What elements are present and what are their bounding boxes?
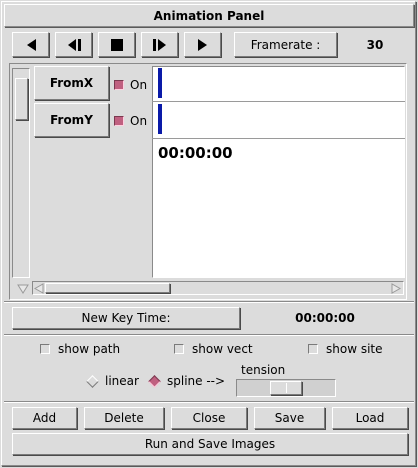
framerate-value[interactable]: 30	[342, 36, 408, 54]
checkbox-icon[interactable]	[114, 80, 124, 90]
keyframe-marker[interactable]	[158, 104, 162, 134]
track-divider	[152, 101, 405, 102]
step-forward-icon	[152, 38, 166, 51]
grip-line	[285, 383, 287, 393]
track-on-label: On	[130, 114, 148, 128]
radio-icon[interactable]	[148, 374, 161, 388]
new-key-time-value[interactable]: 00:00:00	[245, 308, 405, 328]
play-backward-button[interactable]	[12, 32, 49, 57]
scroll-right-arrow-icon[interactable]	[391, 283, 401, 294]
track-fromy-toggle[interactable]: On	[114, 114, 147, 128]
track-fromx-toggle[interactable]: On	[114, 78, 147, 92]
current-time-display: 00:00:00	[158, 144, 233, 162]
track-divider	[152, 138, 405, 139]
radio-icon[interactable]	[86, 374, 99, 388]
show-vect-label: show vect	[192, 342, 253, 356]
checkbox-icon[interactable]	[40, 344, 50, 354]
show-path-label: show path	[58, 342, 121, 356]
delete-button[interactable]: Delete	[84, 407, 164, 429]
checkbox-icon[interactable]	[308, 344, 318, 354]
track-fromy-button[interactable]: FromY	[34, 103, 109, 137]
close-button[interactable]: Close	[171, 407, 247, 429]
play-backward-icon	[26, 38, 36, 51]
horizontal-scroll-thumb[interactable]	[45, 283, 170, 293]
show-site-option[interactable]: show site	[308, 342, 383, 356]
load-button[interactable]: Load	[332, 407, 408, 429]
separator	[4, 401, 414, 403]
scroll-down-arrow-icon[interactable]	[17, 284, 29, 294]
step-backward-icon	[67, 38, 81, 51]
framerate-label: Framerate :	[234, 32, 337, 57]
step-backward-button[interactable]	[55, 32, 92, 57]
add-button[interactable]: Add	[12, 407, 77, 429]
show-vect-option[interactable]: show vect	[174, 342, 253, 356]
timeline-canvas[interactable]	[152, 66, 405, 278]
track-on-label: On	[130, 78, 148, 92]
spline-option[interactable]: spline -->	[148, 374, 226, 388]
save-button[interactable]: Save	[254, 407, 325, 429]
play-forward-icon	[197, 38, 207, 51]
tension-label: tension	[241, 363, 286, 377]
play-forward-button[interactable]	[184, 32, 221, 57]
show-site-label: show site	[326, 342, 383, 356]
tension-slider-thumb[interactable]	[270, 381, 302, 395]
show-path-option[interactable]: show path	[40, 342, 120, 356]
checkbox-icon[interactable]	[174, 344, 184, 354]
track-fromx-button[interactable]: FromX	[34, 66, 109, 100]
separator	[4, 334, 414, 336]
step-forward-button[interactable]	[141, 32, 178, 57]
vertical-scroll-thumb[interactable]	[15, 78, 28, 120]
keyframe-marker[interactable]	[158, 68, 162, 98]
stop-button[interactable]	[98, 32, 135, 57]
new-key-time-button[interactable]: New Key Time:	[12, 307, 240, 329]
window-title: Animation Panel	[4, 4, 414, 27]
linear-label: linear	[105, 374, 139, 388]
run-and-save-images-button[interactable]: Run and Save Images	[12, 433, 408, 455]
linear-option[interactable]: linear	[86, 374, 139, 388]
spline-label: spline -->	[167, 374, 226, 388]
separator	[4, 301, 414, 303]
scroll-left-arrow-icon[interactable]	[34, 283, 44, 294]
checkbox-icon[interactable]	[114, 116, 124, 126]
stop-icon	[110, 38, 123, 51]
